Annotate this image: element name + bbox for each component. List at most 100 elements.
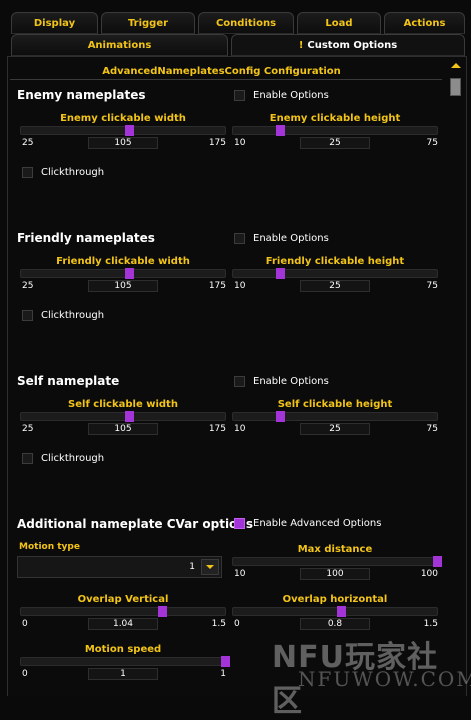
exclamation-icon: !	[298, 39, 304, 51]
max-distance-slider-thumb[interactable]	[433, 556, 442, 567]
motion-speed-slider-label: Motion speed	[84, 644, 162, 655]
enemy-clickable-width-slider-min: 25	[22, 138, 34, 148]
friendly-clickthrough-label: Clickthrough	[41, 310, 105, 321]
motion-speed-slider-track[interactable]	[20, 656, 230, 667]
friendly-clickable-width-slider-thumb[interactable]	[125, 268, 135, 279]
tab-load[interactable]: Load	[297, 12, 381, 34]
self-clickable-height-slider-track[interactable]	[232, 411, 438, 422]
max-distance-slider-label: Max distance	[297, 544, 373, 555]
motion-speed-slider-min: 0	[22, 669, 28, 679]
overlap-horizontal-slider-thumb[interactable]	[337, 606, 347, 617]
friendly-clickable-height-slider-track[interactable]	[232, 268, 438, 279]
tab-custom-options[interactable]: ! Custom Options	[231, 34, 465, 56]
self-clickable-width-slider-thumb[interactable]	[125, 411, 135, 422]
enemy-clickthrough-checkbox[interactable]	[22, 167, 33, 178]
tab-load-label: Load	[325, 17, 353, 29]
tab-display-label: Display	[33, 17, 76, 29]
self-clickable-height-slider-thumb[interactable]	[275, 411, 285, 422]
enemy-clickable-width-slider-thumb[interactable]	[125, 125, 135, 136]
scroll-thumb[interactable]	[450, 78, 461, 96]
overlap-vertical-slider-min: 0	[22, 619, 28, 629]
self-clickable-width-slider-label: Self clickable width	[68, 399, 178, 410]
enemy-clickable-height-slider-track[interactable]	[232, 125, 438, 136]
friendly-clickable-height-slider-value[interactable]: 25	[300, 280, 370, 292]
enemy-clickable-width-slider-max: 175	[208, 138, 226, 148]
tab-display[interactable]: Display	[11, 12, 98, 34]
motion-speed-slider-value[interactable]: 1	[88, 668, 158, 680]
enable-advanced-options-checkbox[interactable]	[234, 518, 245, 529]
enemy-clickable-width-slider-label: Enemy clickable width	[60, 113, 186, 124]
max-distance-slider-max: 100	[420, 569, 438, 579]
overlap-horizontal-slider-track[interactable]	[232, 606, 438, 617]
self-clickthrough-checkbox[interactable]	[22, 453, 33, 464]
overlap-horizontal-slider-label: Overlap horizontal	[282, 594, 388, 605]
friendly-clickable-height-slider-label: Friendly clickable height	[265, 256, 405, 267]
motion-type-dropdown[interactable]: 1	[17, 556, 222, 578]
max-distance-slider-min: 10	[234, 569, 246, 579]
max-distance-slider-value[interactable]: 100	[300, 568, 370, 580]
enemy-clickable-height-slider-thumb[interactable]	[275, 125, 285, 136]
tab-actions[interactable]: Actions	[384, 12, 465, 34]
enemy-clickable-height-slider-max: 75	[426, 138, 438, 148]
self-clickable-height-slider-min: 10	[234, 424, 246, 434]
friendly-clickthrough-checkbox[interactable]	[22, 310, 33, 321]
overlap-horizontal-slider-max: 1.5	[423, 619, 438, 629]
overlap-horizontal-slider-min: 0	[234, 619, 240, 629]
tab-conditions[interactable]: Conditions	[198, 12, 294, 34]
self-clickable-width-slider-max: 175	[208, 424, 226, 434]
tab-trigger-label: Trigger	[127, 17, 169, 29]
enemy-clickthrough-label: Clickthrough	[41, 167, 105, 178]
tab-trigger[interactable]: Trigger	[101, 12, 195, 34]
friendly-clickable-width-slider-track[interactable]	[20, 268, 226, 279]
enemy-enable-options-label: Enable Options	[253, 90, 329, 101]
enemy-clickable-height-slider-label: Enemy clickable height	[269, 113, 401, 124]
enable-advanced-options-label: Enable Advanced Options	[253, 518, 382, 529]
overlap-horizontal-slider-value[interactable]: 0.8	[300, 618, 370, 630]
motion-speed-slider-max: 1	[220, 669, 226, 679]
watermark-url: NFUWOW.COM	[298, 667, 471, 691]
motion-type-label: Motion type	[19, 542, 80, 552]
self-clickable-width-slider-track[interactable]	[20, 411, 226, 422]
self-clickthrough-label: Clickthrough	[41, 453, 105, 464]
overlap-vertical-slider-track[interactable]	[20, 606, 226, 617]
tab-custom-options-label: Custom Options	[307, 39, 398, 51]
self-clickable-height-slider-max: 75	[426, 424, 438, 434]
friendly-enable-options-label: Enable Options	[253, 233, 329, 244]
tab-conditions-label: Conditions	[215, 17, 277, 29]
self-clickable-width-slider-value[interactable]: 105	[88, 423, 158, 435]
enemy-section-title: Enemy nameplates	[17, 88, 146, 102]
overlap-vertical-slider-label: Overlap Vertical	[77, 594, 169, 605]
overlap-vertical-slider-max: 1.5	[211, 619, 226, 629]
self-clickable-height-slider-value[interactable]: 25	[300, 423, 370, 435]
friendly-clickable-width-slider-min: 25	[22, 281, 34, 291]
self-section-title: Self nameplate	[17, 374, 120, 388]
motion-type-value: 1	[189, 562, 195, 572]
scroll-up-arrow-icon[interactable]	[449, 60, 463, 72]
overlap-vertical-slider-thumb[interactable]	[157, 606, 167, 617]
enemy-enable-options-checkbox[interactable]	[234, 90, 245, 101]
max-distance-slider-track[interactable]	[232, 556, 442, 567]
friendly-enable-options-checkbox[interactable]	[234, 233, 245, 244]
tab-actions-label: Actions	[403, 17, 446, 29]
tab-animations-label: Animations	[87, 39, 152, 51]
enemy-clickable-height-slider-value[interactable]: 25	[300, 137, 370, 149]
self-enable-options-checkbox[interactable]	[234, 376, 245, 387]
config-title: AdvancedNameplatesConfig Configuration	[102, 66, 341, 77]
friendly-clickable-height-slider-max: 75	[426, 281, 438, 291]
cvar-section-title: Additional nameplate CVar options	[17, 517, 253, 531]
overlap-vertical-slider-value[interactable]: 1.04	[88, 618, 158, 630]
enemy-clickable-width-slider-track[interactable]	[20, 125, 226, 136]
self-enable-options-label: Enable Options	[253, 376, 329, 387]
tab-animations[interactable]: Animations	[11, 34, 228, 56]
config-title-divider	[10, 79, 442, 80]
friendly-clickable-width-slider-value[interactable]: 105	[88, 280, 158, 292]
enemy-clickable-width-slider-value[interactable]: 105	[88, 137, 158, 149]
friendly-clickable-height-slider-thumb[interactable]	[275, 268, 285, 279]
friendly-clickable-height-slider-min: 10	[234, 281, 246, 291]
self-clickable-height-slider-label: Self clickable height	[277, 399, 393, 410]
friendly-clickable-width-slider-label: Friendly clickable width	[56, 256, 190, 267]
scrollbar[interactable]	[449, 60, 463, 696]
dropdown-arrow-icon[interactable]	[201, 559, 219, 575]
watermark-logo: NFU玩家社区	[272, 640, 438, 719]
motion-speed-slider-thumb[interactable]	[221, 656, 230, 667]
